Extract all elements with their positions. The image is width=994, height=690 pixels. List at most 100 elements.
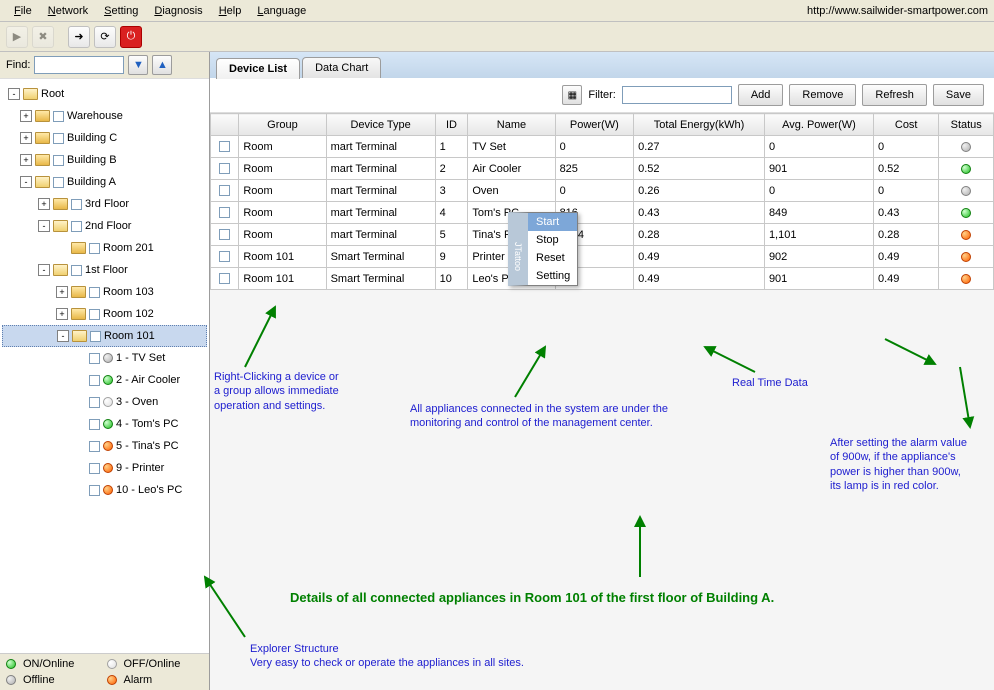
save-button[interactable]: Save	[933, 84, 984, 106]
menu-setting[interactable]: Setting	[96, 3, 146, 19]
checkbox[interactable]	[89, 441, 100, 452]
tree-item[interactable]: -2nd Floor	[2, 215, 207, 237]
checkbox[interactable]	[89, 485, 100, 496]
col-header[interactable]: Power(W)	[555, 114, 634, 136]
ctx-start[interactable]: Start	[528, 213, 577, 231]
checkbox[interactable]	[89, 309, 100, 320]
checkbox[interactable]	[89, 419, 100, 430]
expand-icon[interactable]: -	[57, 330, 69, 342]
checkbox[interactable]	[89, 243, 100, 254]
checkbox[interactable]	[71, 265, 82, 276]
refresh-icon[interactable]: ⟳	[94, 26, 116, 48]
menu-help[interactable]: Help	[211, 3, 250, 19]
play-icon[interactable]: ▶	[6, 26, 28, 48]
expand-icon[interactable]: +	[56, 286, 68, 298]
checkbox[interactable]	[90, 331, 101, 342]
menu-file[interactable]: File	[6, 3, 40, 19]
col-header[interactable]	[211, 114, 239, 136]
stop-icon[interactable]: ✖	[32, 26, 54, 48]
row-checkbox[interactable]	[219, 229, 230, 240]
connect-icon[interactable]: ➜	[68, 26, 90, 48]
expand-icon[interactable]: +	[20, 110, 32, 122]
table-row[interactable]: Roommart Terminal3Oven00.2600	[211, 180, 994, 202]
tree-item[interactable]: 2 - Air Cooler	[2, 369, 207, 391]
checkbox[interactable]	[89, 463, 100, 474]
col-header[interactable]: Total Energy(kWh)	[634, 114, 765, 136]
table-row[interactable]: Roommart Terminal2Air Cooler8250.529010.…	[211, 158, 994, 180]
tree-item[interactable]: +Room 102	[2, 303, 207, 325]
col-header[interactable]: Avg. Power(W)	[764, 114, 873, 136]
table-row[interactable]: Room 101Smart Terminal10Leo's PC9070.499…	[211, 268, 994, 290]
tree-item[interactable]: 5 - Tina's PC	[2, 435, 207, 457]
expand-icon[interactable]: -	[8, 88, 20, 100]
filter-input[interactable]	[622, 86, 732, 104]
find-input[interactable]	[34, 56, 124, 74]
row-checkbox[interactable]	[219, 185, 230, 196]
ctx-reset[interactable]: Reset	[528, 249, 577, 267]
tab-device-list[interactable]: Device List	[216, 58, 300, 79]
find-prev-icon[interactable]: ▲	[152, 55, 172, 75]
tree-item[interactable]: +Building C	[2, 127, 207, 149]
tree-item[interactable]: Room 201	[2, 237, 207, 259]
checkbox[interactable]	[89, 375, 100, 386]
checkbox[interactable]	[53, 177, 64, 188]
ctx-stop[interactable]: Stop	[528, 231, 577, 249]
expand-icon[interactable]: -	[38, 220, 50, 232]
expand-icon[interactable]: +	[38, 198, 50, 210]
checkbox[interactable]	[71, 221, 82, 232]
expand-icon[interactable]: +	[56, 308, 68, 320]
tree-item[interactable]: +Room 103	[2, 281, 207, 303]
menu-network[interactable]: Network	[40, 3, 96, 19]
tree-item[interactable]: 9 - Printer	[2, 457, 207, 479]
tree-item[interactable]: 10 - Leo's PC	[2, 479, 207, 501]
col-header[interactable]: Name	[468, 114, 555, 136]
expand-icon[interactable]: -	[20, 176, 32, 188]
checkbox[interactable]	[53, 111, 64, 122]
tree-item[interactable]: -Room 101	[2, 325, 207, 347]
checkbox[interactable]	[89, 397, 100, 408]
tree-item[interactable]: 1 - TV Set	[2, 347, 207, 369]
tree-item[interactable]: +Building B	[2, 149, 207, 171]
checkbox[interactable]	[89, 353, 100, 364]
tree-item[interactable]: -1st Floor	[2, 259, 207, 281]
checkbox[interactable]	[53, 155, 64, 166]
row-checkbox[interactable]	[219, 141, 230, 152]
expand-icon[interactable]: +	[20, 154, 32, 166]
row-checkbox[interactable]	[219, 251, 230, 262]
table-row[interactable]: Room 101Smart Terminal9Printer9800.49902…	[211, 246, 994, 268]
remove-button[interactable]: Remove	[789, 84, 856, 106]
col-header[interactable]: ID	[435, 114, 468, 136]
add-button[interactable]: Add	[738, 84, 784, 106]
tree-item[interactable]: 4 - Tom's PC	[2, 413, 207, 435]
find-next-icon[interactable]: ▼	[128, 55, 148, 75]
checkbox[interactable]	[53, 133, 64, 144]
row-checkbox[interactable]	[219, 273, 230, 284]
table-row[interactable]: Roommart Terminal5Tina's PC10540.281,101…	[211, 224, 994, 246]
tree-item[interactable]: -Building A	[2, 171, 207, 193]
expand-icon[interactable]: +	[20, 132, 32, 144]
tree-item[interactable]: +3rd Floor	[2, 193, 207, 215]
expand-icon[interactable]: -	[38, 264, 50, 276]
row-checkbox[interactable]	[219, 163, 230, 174]
col-header[interactable]: Cost	[873, 114, 938, 136]
folder-icon	[35, 176, 50, 188]
checkbox[interactable]	[71, 199, 82, 210]
tree[interactable]: -Root+Warehouse+Building C+Building B-Bu…	[0, 79, 209, 653]
power-icon[interactable]: ⏻	[120, 26, 142, 48]
table-row[interactable]: Roommart Terminal1TV Set00.2700	[211, 136, 994, 158]
row-checkbox[interactable]	[219, 207, 230, 218]
tree-item[interactable]: -Root	[2, 83, 207, 105]
checkbox[interactable]	[89, 287, 100, 298]
refresh-button[interactable]: Refresh	[862, 84, 927, 106]
tree-item[interactable]: +Warehouse	[2, 105, 207, 127]
add-column-icon[interactable]: ▦	[562, 85, 582, 105]
col-header[interactable]: Group	[239, 114, 326, 136]
table-row[interactable]: Roommart Terminal4Tom's PC8160.438490.43	[211, 202, 994, 224]
tab-data-chart[interactable]: Data Chart	[302, 57, 381, 78]
tree-item[interactable]: 3 - Oven	[2, 391, 207, 413]
menu-language[interactable]: Language	[249, 3, 314, 19]
menu-diagnosis[interactable]: Diagnosis	[146, 3, 210, 19]
ctx-setting[interactable]: Setting	[528, 267, 577, 285]
col-header[interactable]: Status	[939, 114, 994, 136]
col-header[interactable]: Device Type	[326, 114, 435, 136]
